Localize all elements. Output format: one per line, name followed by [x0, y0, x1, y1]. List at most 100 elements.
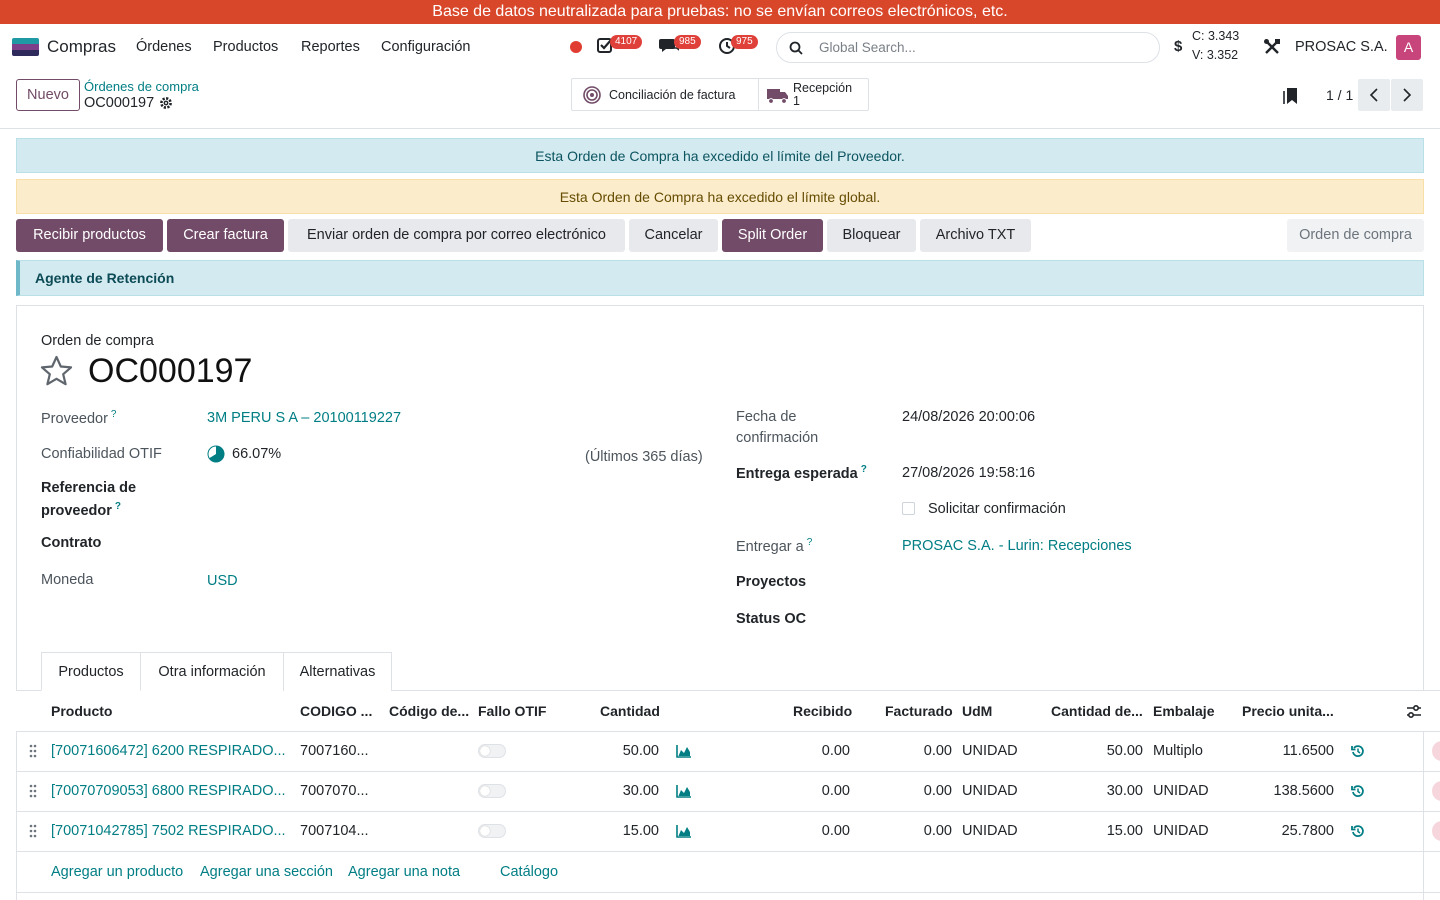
- bookmark-icon[interactable]: [1283, 87, 1299, 105]
- help-icon[interactable]: ?: [111, 409, 117, 420]
- line-product[interactable]: [70071042785] 7502 RESPIRADO...: [51, 823, 286, 839]
- line-code[interactable]: 7007104...: [300, 823, 369, 839]
- optional-columns-icon[interactable]: [1406, 704, 1422, 719]
- pager-value[interactable]: 1 / 1: [1326, 87, 1353, 103]
- column-cantidad[interactable]: Cantidad: [600, 703, 660, 719]
- tab-otra-informacion[interactable]: Otra información: [141, 652, 284, 691]
- forecast-chart-icon[interactable]: [676, 744, 692, 758]
- purchase-app-icon[interactable]: [12, 38, 39, 56]
- reception-smart-button[interactable]: Recepción 1: [758, 79, 868, 110]
- pager-previous-button[interactable]: [1358, 79, 1390, 111]
- line-uom[interactable]: UNIDAD: [962, 823, 1018, 839]
- line-unit-price[interactable]: 138.5600: [1256, 783, 1334, 799]
- history-icon[interactable]: [1351, 784, 1365, 798]
- lock-button[interactable]: Bloquear: [827, 219, 916, 252]
- cancel-button[interactable]: Cancelar: [629, 219, 718, 252]
- drag-handle-icon[interactable]: [29, 784, 37, 798]
- column-codigo-de[interactable]: Código de...: [389, 703, 469, 719]
- column-producto[interactable]: Producto: [51, 703, 112, 719]
- add-section-link[interactable]: Agregar una sección: [200, 864, 333, 880]
- add-note-link[interactable]: Agregar una nota: [348, 864, 460, 880]
- line-quantity[interactable]: 30.00: [600, 783, 659, 799]
- line-packaging[interactable]: UNIDAD: [1153, 783, 1209, 799]
- send-email-button[interactable]: Enviar orden de compra por correo electr…: [288, 219, 625, 252]
- column-recibido[interactable]: Recibido: [793, 703, 852, 719]
- otif-period: (Últimos 365 días): [585, 449, 703, 465]
- company-switcher[interactable]: PROSAC S.A.: [1295, 39, 1388, 55]
- column-codigo[interactable]: CODIGO ...: [300, 703, 372, 719]
- row-delete-icon[interactable]: [1432, 781, 1440, 801]
- conciliation-smart-button[interactable]: Conciliación de factura: [572, 79, 758, 110]
- currency-field[interactable]: USD: [207, 573, 238, 589]
- column-cantidad-de[interactable]: Cantidad de...: [1051, 703, 1143, 719]
- table-row[interactable]: [70071606472] 6200 RESPIRADO... 7007160.…: [16, 732, 1440, 772]
- column-embalaje[interactable]: Embalaje: [1153, 703, 1214, 719]
- line-uom[interactable]: UNIDAD: [962, 743, 1018, 759]
- vendor-field[interactable]: 3M PERU S A – 20100119227: [207, 410, 401, 426]
- expected-date-field[interactable]: 27/08/2026 19:58:16: [902, 465, 1035, 481]
- help-icon[interactable]: ?: [807, 537, 813, 548]
- column-precio-unitario[interactable]: Precio unita...: [1242, 703, 1334, 719]
- line-quantity[interactable]: 50.00: [600, 743, 659, 759]
- table-row[interactable]: [70071042785] 7502 RESPIRADO... 7007104.…: [16, 812, 1440, 852]
- line-code[interactable]: 7007160...: [300, 743, 369, 759]
- row-delete-icon[interactable]: [1432, 741, 1440, 761]
- line-product[interactable]: [70070709053] 6800 RESPIRADO...: [51, 783, 286, 799]
- otif-failure-toggle[interactable]: [478, 744, 506, 758]
- forecast-chart-icon[interactable]: [676, 784, 692, 798]
- line-product[interactable]: [70071606472] 6200 RESPIRADO...: [51, 743, 286, 759]
- column-fallo-otif[interactable]: Fallo OTIF: [478, 703, 546, 719]
- receive-products-button[interactable]: Recibir productos: [16, 219, 163, 252]
- line-package-qty[interactable]: 15.00: [1066, 823, 1143, 839]
- line-package-qty[interactable]: 30.00: [1066, 783, 1143, 799]
- split-order-button[interactable]: Split Order: [722, 219, 823, 252]
- line-code[interactable]: 7007070...: [300, 783, 369, 799]
- otif-failure-toggle[interactable]: [478, 824, 506, 838]
- global-limit-alert: Esta Orden de Compra ha excedido el lími…: [16, 179, 1424, 214]
- line-unit-price[interactable]: 11.6500: [1256, 743, 1334, 759]
- otif-failure-toggle[interactable]: [478, 784, 506, 798]
- history-icon[interactable]: [1351, 744, 1365, 758]
- forecast-chart-icon[interactable]: [676, 824, 692, 838]
- tab-productos[interactable]: Productos: [41, 652, 141, 691]
- tools-icon[interactable]: [1263, 38, 1281, 56]
- user-avatar[interactable]: A: [1396, 35, 1421, 60]
- truck-icon: [767, 89, 788, 104]
- drag-handle-icon[interactable]: [29, 744, 37, 758]
- ask-confirmation-checkbox[interactable]: [902, 502, 915, 515]
- star-icon[interactable]: [40, 355, 73, 386]
- new-button[interactable]: Nuevo: [16, 79, 80, 111]
- line-uom[interactable]: UNIDAD: [962, 783, 1018, 799]
- menu-productos[interactable]: Productos: [213, 39, 278, 55]
- menu-ordenes[interactable]: Órdenes: [136, 39, 192, 55]
- create-invoice-button[interactable]: Crear factura: [167, 219, 284, 252]
- line-packaging[interactable]: UNIDAD: [1153, 823, 1209, 839]
- gear-icon[interactable]: [159, 96, 173, 110]
- confirm-date-field[interactable]: 24/08/2026 20:00:06: [902, 409, 1035, 425]
- line-unit-price[interactable]: 25.7800: [1256, 823, 1334, 839]
- drag-handle-icon[interactable]: [29, 824, 37, 838]
- help-icon[interactable]: ?: [115, 501, 121, 512]
- state-purchase-order[interactable]: Orden de compra: [1287, 219, 1424, 252]
- line-package-qty[interactable]: 50.00: [1066, 743, 1143, 759]
- help-icon[interactable]: ?: [861, 464, 867, 475]
- pager-next-button[interactable]: [1391, 79, 1423, 111]
- txt-file-button[interactable]: Archivo TXT: [920, 219, 1031, 252]
- menu-reportes[interactable]: Reportes: [301, 39, 360, 55]
- menu-configuracion[interactable]: Configuración: [381, 39, 470, 55]
- column-udm[interactable]: UdM: [962, 703, 992, 719]
- line-packaging[interactable]: Multiplo: [1153, 743, 1203, 759]
- history-icon[interactable]: [1351, 824, 1365, 838]
- app-name[interactable]: Compras: [47, 37, 116, 57]
- column-facturado[interactable]: Facturado: [885, 703, 953, 719]
- add-product-link[interactable]: Agregar un producto: [51, 864, 183, 880]
- line-quantity[interactable]: 15.00: [600, 823, 659, 839]
- breadcrumb-parent[interactable]: Órdenes de compra: [84, 79, 199, 94]
- catalog-link[interactable]: Catálogo: [500, 864, 558, 880]
- tab-alternativas[interactable]: Alternativas: [283, 652, 392, 691]
- deliver-to-field[interactable]: PROSAC S.A. - Lurin: Recepciones: [902, 538, 1132, 554]
- table-row[interactable]: [70070709053] 6800 RESPIRADO... 7007070.…: [16, 772, 1440, 812]
- row-delete-icon[interactable]: [1432, 821, 1440, 841]
- global-search[interactable]: Global Search...: [776, 32, 1160, 63]
- status-dot-icon[interactable]: [570, 41, 582, 53]
